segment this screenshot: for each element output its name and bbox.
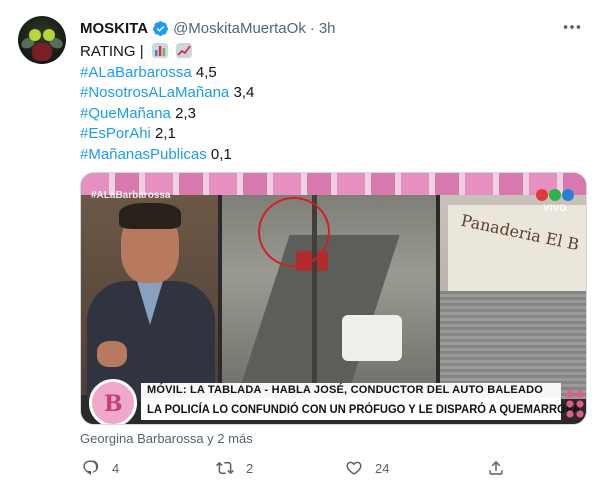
tweet: MOSKITA @MoskitaMuertaOk · 3h RATING | #… xyxy=(0,0,604,486)
heart-icon xyxy=(346,461,362,475)
rating-item: #NosotrosALaMañana 3,4 xyxy=(80,83,580,104)
chart-increasing-emoji-icon xyxy=(175,43,192,58)
retweet-button[interactable]: 2 xyxy=(216,459,253,477)
host-video-panel xyxy=(81,195,218,401)
like-count: 24 xyxy=(375,460,390,476)
share-button[interactable] xyxy=(487,459,517,477)
separator-dot: · xyxy=(309,19,315,37)
bar-chart-emoji-icon xyxy=(151,43,168,58)
reply-button[interactable]: 4 xyxy=(82,459,119,477)
logo-dot xyxy=(549,189,561,201)
author-handle[interactable]: @MoskitaMuertaOk xyxy=(173,20,306,37)
rating-value: 4,5 xyxy=(195,63,217,81)
verified-badge-icon xyxy=(153,20,168,36)
tweet-text: RATING | #ALaBarbarossa 4,5 #NosotrosALa… xyxy=(80,42,580,165)
logo-dot xyxy=(536,189,548,201)
avatar[interactable] xyxy=(18,16,66,64)
avatar-eye xyxy=(29,29,41,41)
tweet-media-image[interactable]: #ALaBarbarossa Panaderia El B VIVO MÓVIL… xyxy=(80,172,587,425)
rating-item: #EsPorAhi 2,1 xyxy=(80,124,580,145)
rating-value: 2,1 xyxy=(155,125,176,142)
lower-third-bottom: LA POLICÍA LO CONFUNDIÓ CON UN PRÓFUGO Y… xyxy=(141,398,580,420)
retweet-count: 2 xyxy=(246,460,254,476)
retweet-icon xyxy=(216,461,234,475)
rating-value: 3,4 xyxy=(233,84,255,101)
rating-item: #MañanasPublicas 0,1 xyxy=(80,145,580,166)
hashtag-link[interactable]: #ALaBarbarossa xyxy=(80,64,192,81)
ornament-pattern xyxy=(565,389,585,419)
reply-icon xyxy=(83,460,99,476)
hashtag-link[interactable]: #EsPorAhi xyxy=(80,125,151,142)
avatar-body xyxy=(32,43,52,61)
street-video-panel xyxy=(222,195,436,405)
live-label: VIVO xyxy=(543,203,567,213)
storefront-video-panel: Panaderia El B xyxy=(440,195,586,399)
tweet-header: MOSKITA @MoskitaMuertaOk · 3h xyxy=(80,18,336,38)
shop-sign: Panaderia El B xyxy=(448,205,586,291)
hashtag-link[interactable]: #QueMañana xyxy=(80,105,171,122)
lower-third: MÓVIL: LA TABLADA - HABLA JOSÉ, CONDUCTO… xyxy=(81,379,586,424)
hashtag-link[interactable]: #NosotrosALaMañana xyxy=(80,84,229,101)
rating-item: #QueMañana 2,3 xyxy=(80,104,580,125)
rating-value: 0,1 xyxy=(210,145,232,163)
timestamp[interactable]: 3h xyxy=(319,20,336,37)
shop-sign-text: Panaderia El B xyxy=(459,210,581,255)
program-badge-logo: B xyxy=(89,379,137,424)
white-van xyxy=(342,315,402,361)
share-icon xyxy=(489,460,503,475)
logo-dot xyxy=(562,189,574,201)
channel-logo-icon xyxy=(536,189,574,201)
live-indicator: VIVO xyxy=(536,189,574,213)
rating-item: #ALaBarbarossa 4,5 xyxy=(80,63,580,84)
rating-value: 2,3 xyxy=(175,104,196,122)
lower-third-bottom-text: LA POLICÍA LO CONFUNDIÓ CON UN PRÓFUGO Y… xyxy=(147,402,581,416)
rating-line: RATING | xyxy=(80,42,580,63)
program-hashtag-watermark: #ALaBarbarossa xyxy=(91,190,171,201)
hashtag-link[interactable]: #MañanasPublicas xyxy=(80,146,207,163)
highlight-circle xyxy=(258,197,330,267)
rating-label: RATING | xyxy=(80,43,144,60)
avatar-eye xyxy=(43,29,55,41)
like-button[interactable]: 24 xyxy=(345,459,389,477)
reply-count: 4 xyxy=(112,460,120,476)
tweet-actions: 4 2 24 xyxy=(80,459,503,479)
lower-third-top: MÓVIL: LA TABLADA - HABLA JOSÉ, CONDUCTO… xyxy=(141,383,561,398)
author-name[interactable]: MOSKITA xyxy=(80,20,148,37)
tagged-users[interactable]: Georgina Barbarossa y 2 más xyxy=(80,431,253,446)
program-badge-letter: B xyxy=(104,391,123,417)
lower-third-top-text: MÓVIL: LA TABLADA - HABLA JOSÉ, CONDUCTO… xyxy=(147,384,543,396)
more-options-icon[interactable] xyxy=(560,16,584,38)
